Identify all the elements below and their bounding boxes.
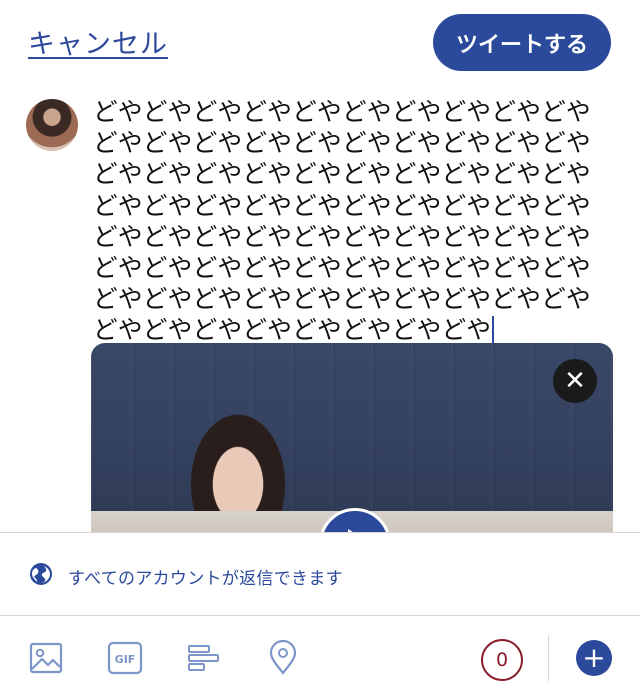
reply-settings-bar[interactable]: すべてのアカウントが返信できます	[0, 532, 640, 616]
gif-label: GIF	[115, 653, 136, 666]
character-counter: 0	[481, 639, 523, 681]
add-tweet-button[interactable]: +	[576, 640, 612, 676]
attached-video-thumbnail[interactable]	[91, 343, 613, 543]
toolbar-divider	[548, 635, 549, 681]
tweet-compose-input[interactable]: どやどやどやどやどやどやどやどやどやどやどやどやどやどやどやどやどやどやどやどや…	[93, 96, 608, 346]
poll-icon[interactable]	[186, 640, 222, 676]
text-cursor	[492, 316, 495, 345]
remove-media-button[interactable]: ✕	[553, 359, 597, 403]
plus-icon: +	[582, 641, 606, 674]
reply-setting-label: すべてのアカウントが返信できます	[68, 569, 343, 589]
close-icon: ✕	[564, 366, 586, 396]
tweet-button[interactable]: ツイートする	[433, 14, 611, 71]
avatar[interactable]	[26, 99, 78, 151]
image-icon[interactable]	[28, 640, 64, 676]
location-icon[interactable]	[265, 640, 301, 676]
globe-icon	[30, 563, 52, 585]
tweet-text: どやどやどやどやどやどやどやどやどやどやどやどやどやどやどやどやどやどやどやどや…	[93, 97, 591, 345]
cancel-link[interactable]: キャンセル	[28, 22, 168, 61]
gif-icon[interactable]: GIF	[107, 640, 143, 676]
